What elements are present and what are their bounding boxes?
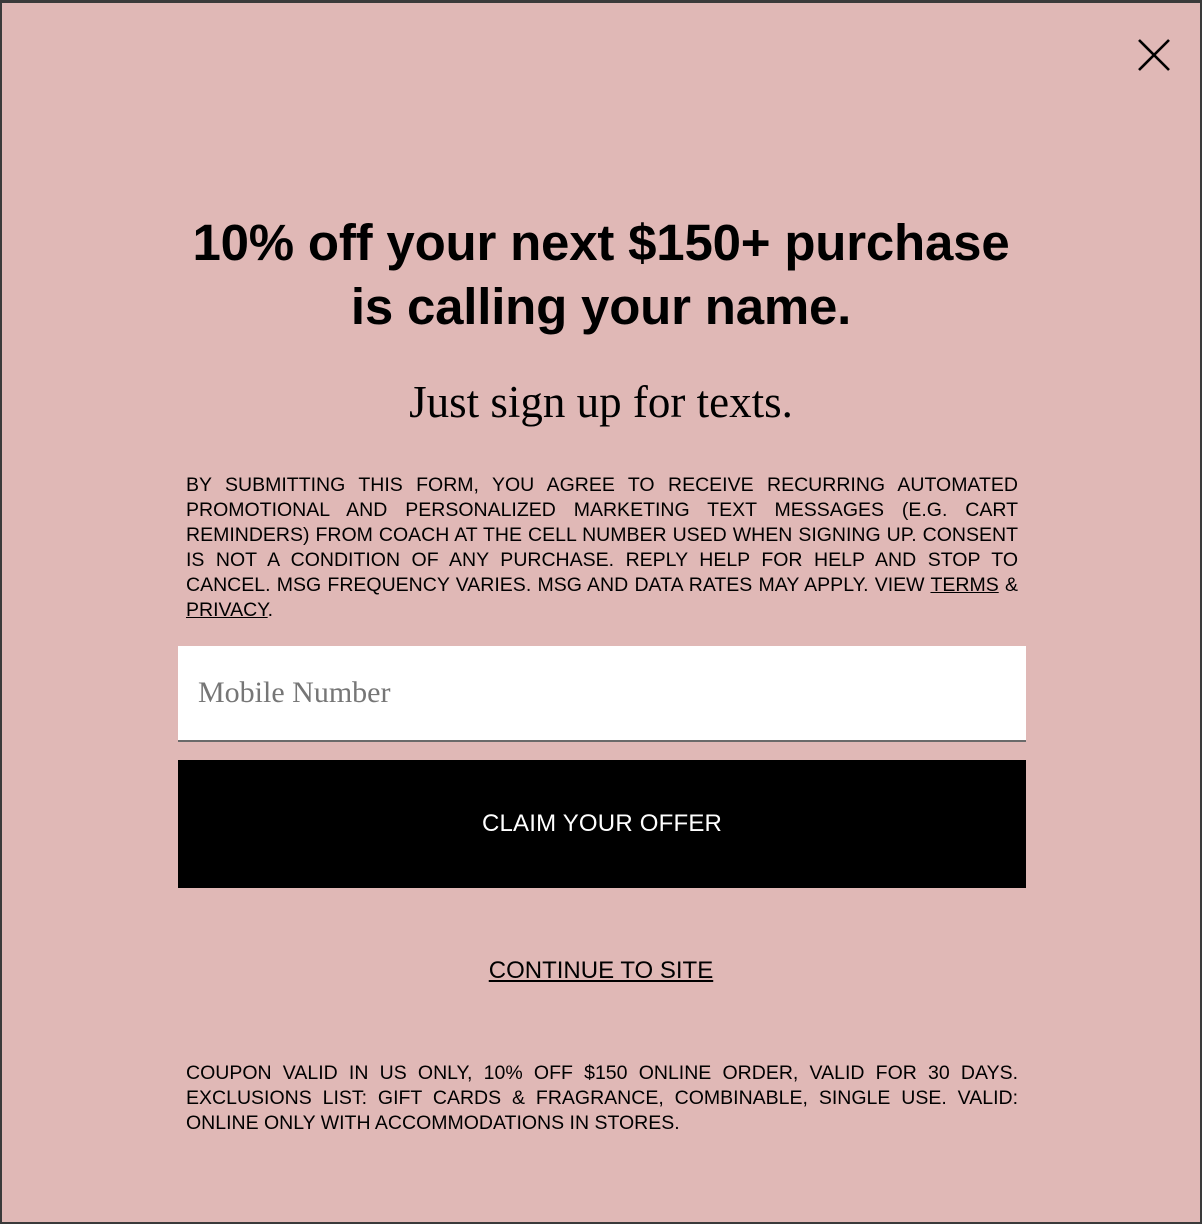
consent-disclaimer: BY SUBMITTING THIS FORM, YOU AGREE TO RE… [186,473,1018,623]
disclaimer-end: . [267,599,274,621]
sms-signup-modal: 10% off your next $150+ purchase is call… [2,3,1200,1222]
privacy-link[interactable]: PRIVACY [186,599,268,621]
coupon-terms: COUPON VALID IN US ONLY, 10% OFF $150 ON… [186,1062,1018,1134]
claim-offer-button[interactable]: CLAIM YOUR OFFER [178,760,1026,888]
disclaimer-ampersand: & [1004,574,1018,596]
modal-subhead: Just sign up for texts. [409,377,793,427]
close-button[interactable] [1134,35,1174,75]
continue-to-site-link[interactable]: CONTINUE TO SITE [489,957,713,984]
continue-to-site-wrapper: CONTINUE TO SITE [152,956,1050,986]
terms-link[interactable]: TERMS [930,574,998,596]
modal-headline: 10% off your next $150+ purchase is call… [152,211,1050,339]
headline-line-1: 10% off your next $150+ purchase [192,214,1010,271]
headline-line-2: is calling your name. [350,278,852,335]
close-icon [1138,39,1170,71]
mobile-number-input[interactable] [178,646,1026,742]
disclaimer-text: BY SUBMITTING THIS FORM, YOU AGREE TO RE… [186,474,1018,596]
